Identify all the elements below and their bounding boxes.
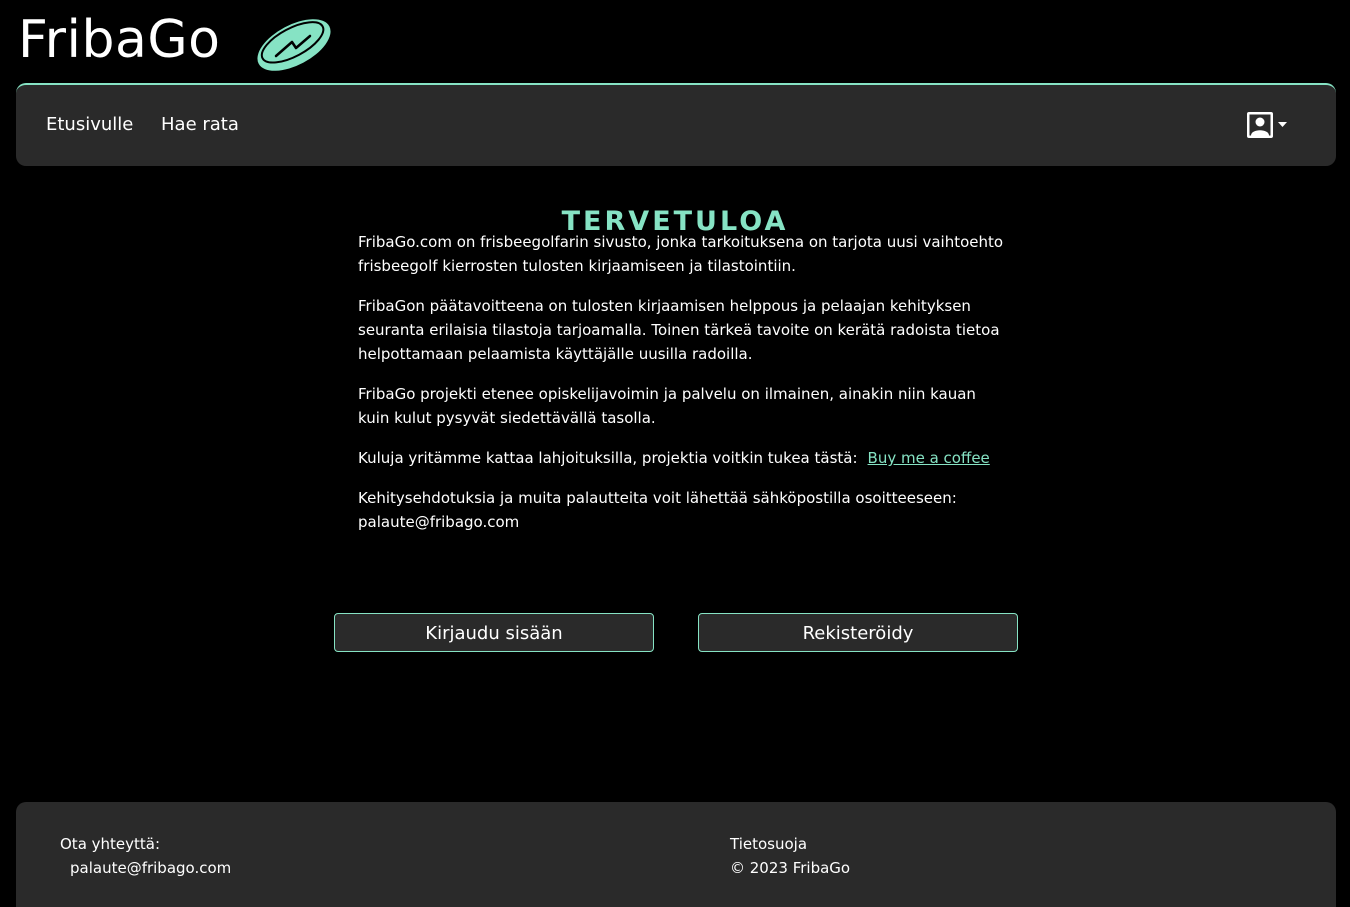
- caret-down-icon: [1278, 122, 1287, 127]
- buy-me-a-coffee-link[interactable]: Buy me a coffee: [868, 449, 990, 467]
- register-button[interactable]: Rekisteröidy: [698, 613, 1018, 652]
- nav-link-search-course[interactable]: Hae rata: [161, 113, 239, 137]
- site-footer: Ota yhteyttä: palaute@fribago.com Tietos…: [16, 802, 1336, 907]
- login-button[interactable]: Kirjaudu sisään: [334, 613, 654, 652]
- user-menu-dropdown[interactable]: [1246, 111, 1290, 141]
- donation-paragraph: Kuluja yritämme kattaa lahjoituksilla, p…: [358, 446, 1008, 470]
- intro-content: FribaGo.com on frisbeegolfarin sivusto, …: [358, 230, 1008, 550]
- donation-text: Kuluja yritämme kattaa lahjoituksilla, p…: [358, 449, 858, 467]
- nav-link-home[interactable]: Etusivulle: [46, 113, 133, 137]
- intro-paragraph-1: FribaGo.com on frisbeegolfarin sivusto, …: [358, 233, 1004, 275]
- footer-legal: Tietosuoja © 2023 FribaGo: [730, 832, 850, 880]
- footer-contact-heading: Ota yhteyttä:: [60, 835, 161, 853]
- main-navbar: Etusivulle Hae rata: [16, 83, 1336, 166]
- intro-paragraph-2: FribaGon päätavoitteena on tulosten kirj…: [358, 297, 1000, 363]
- footer-contact: Ota yhteyttä: palaute@fribago.com: [60, 832, 231, 880]
- feedback-text: Kehitysehdotuksia ja muita palautteita v…: [358, 489, 957, 507]
- user-profile-icon: [1247, 112, 1287, 138]
- feedback-email: palaute@fribago.com: [358, 513, 520, 531]
- footer-contact-email: palaute@fribago.com: [70, 859, 232, 877]
- site-header: FribaGo: [16, 0, 1336, 82]
- frisbee-disc-icon[interactable]: [252, 12, 336, 78]
- privacy-link[interactable]: Tietosuoja: [730, 832, 850, 856]
- copyright-text: © 2023 FribaGo: [730, 859, 851, 877]
- brand-logo-text[interactable]: FribaGo: [18, 6, 220, 74]
- intro-paragraph-3: FribaGo projekti etenee opiskelijavoimin…: [358, 385, 976, 427]
- feedback-paragraph: Kehitysehdotuksia ja muita palautteita v…: [358, 486, 1008, 534]
